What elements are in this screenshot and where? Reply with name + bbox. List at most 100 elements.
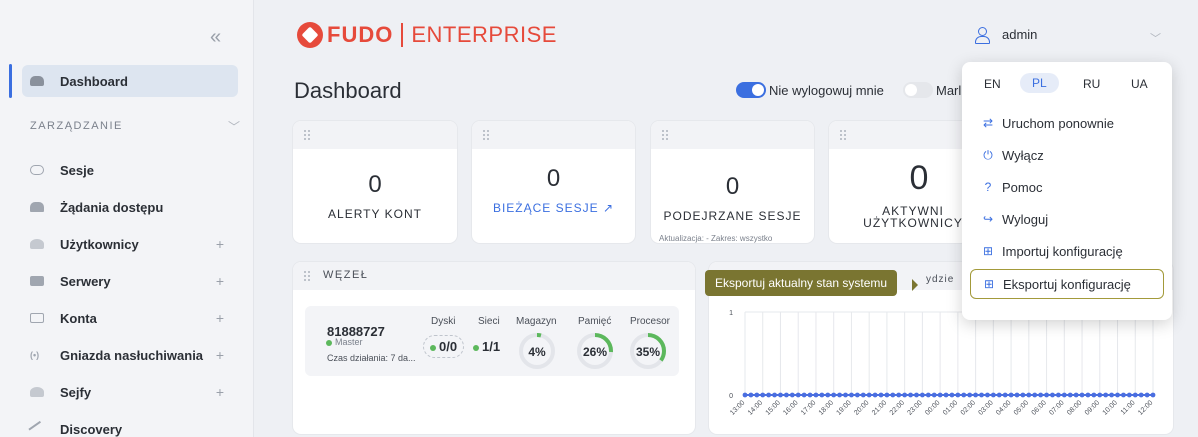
chevron-down-icon[interactable]: ﹀ xyxy=(228,118,240,135)
current-sessions-link[interactable]: BIEŻĄCE SESJE ↗ xyxy=(472,201,635,215)
drag-handle-icon[interactable] xyxy=(482,129,490,141)
data-point xyxy=(925,392,931,398)
x-tick-label: 05:00 xyxy=(1013,399,1030,416)
data-point xyxy=(860,392,866,398)
x-tick-label: 22:00 xyxy=(889,399,906,416)
expand-plus-icon[interactable]: + xyxy=(216,273,224,289)
fudo-logo[interactable]: FUDO ENTERPRISE xyxy=(297,22,557,48)
stat-card-current-sessions[interactable]: 0 BIEŻĄCE SESJE ↗ xyxy=(472,121,635,243)
data-point xyxy=(914,392,919,398)
sidebar-item-label: Discovery xyxy=(60,421,123,437)
sidebar-item-safes[interactable]: Sejfy + xyxy=(22,376,238,408)
data-point xyxy=(819,392,825,398)
second-toggle-label: Marl xyxy=(936,83,962,98)
sidebar-item-accounts[interactable]: Konta + xyxy=(22,302,238,334)
networks-text: 1/1 xyxy=(482,339,501,354)
sidebar-item-access-requests[interactable]: Żądania dostępu xyxy=(22,191,238,223)
sidebar-item-label: Sesje xyxy=(60,162,94,178)
data-point xyxy=(1097,392,1103,398)
second-toggle[interactable] xyxy=(903,82,933,98)
collapse-sidebar-icon[interactable]: « xyxy=(210,26,221,49)
expand-plus-icon[interactable]: + xyxy=(216,236,224,252)
data-point xyxy=(931,392,937,398)
expand-plus-icon[interactable]: + xyxy=(216,347,224,363)
lang-ru-button[interactable]: RU xyxy=(1083,77,1100,91)
sidebar-item-servers[interactable]: Serwery + xyxy=(22,265,238,297)
stat-card-account-alerts[interactable]: 0 ALERTY KONT xyxy=(293,121,457,243)
toggle-knob xyxy=(752,84,764,96)
data-point xyxy=(1079,392,1085,398)
drag-handle-icon[interactable] xyxy=(661,129,669,141)
data-point xyxy=(783,392,789,398)
expand-plus-icon[interactable]: + xyxy=(216,384,224,400)
drag-handle-icon[interactable] xyxy=(303,129,311,141)
lang-ua-button[interactable]: UA xyxy=(1131,77,1148,91)
x-tick-label: 11:00 xyxy=(1120,399,1137,416)
data-point xyxy=(919,392,925,398)
x-tick-label: 04:00 xyxy=(995,399,1012,416)
toggle-knob xyxy=(905,84,917,96)
shutdown-menu-item[interactable]: ⏻ Wyłącz xyxy=(970,141,1164,169)
export-tooltip: Eksportuj aktualny stan systemu xyxy=(705,270,898,296)
sidebar-item-discovery[interactable]: Discovery xyxy=(22,413,238,437)
sidebar-item-listeners[interactable]: (•) Gniazda nasłuchiwania + xyxy=(22,339,238,371)
sidebar-item-sessions[interactable]: Sesje xyxy=(22,154,238,186)
stat-card-active-users[interactable]: 0 AKTYWNI UŻYTKOWNICY xyxy=(829,121,969,243)
data-point xyxy=(908,392,913,398)
user-dropdown-menu: EN PL RU UA ⇄ Uruchom ponownie ⏻ Wyłącz … xyxy=(962,62,1172,320)
data-point xyxy=(789,392,795,398)
data-point xyxy=(1091,392,1097,398)
users-icon xyxy=(30,239,44,249)
x-tick-label: 07:00 xyxy=(1048,399,1065,416)
stat-label: AKTYWNI UŻYTKOWNICY xyxy=(843,205,969,229)
node-row[interactable]: 81888727 Master Czas działania: 7 da... … xyxy=(305,306,679,376)
data-point xyxy=(1055,392,1061,398)
lang-pl-button[interactable]: PL xyxy=(1020,73,1059,93)
data-point xyxy=(884,392,890,398)
x-tick-label: 10:00 xyxy=(1102,399,1119,416)
x-tick-label: 16:00 xyxy=(782,399,799,416)
export-config-menu-item[interactable]: ⊞ Eksportuj konfigurację xyxy=(970,269,1164,299)
accounts-icon xyxy=(30,313,44,323)
x-tick-label: 21:00 xyxy=(871,399,888,416)
user-menu[interactable]: admin xyxy=(975,27,1037,44)
cpu-gauge: 35% xyxy=(629,332,667,370)
lang-en-button[interactable]: EN xyxy=(984,77,1001,91)
x-tick-label: 23:00 xyxy=(906,399,923,416)
drag-handle-icon[interactable] xyxy=(839,129,847,141)
drag-handle-icon[interactable] xyxy=(303,270,311,282)
sidebar-item-users[interactable]: Użytkownicy + xyxy=(22,228,238,260)
servers-icon xyxy=(30,276,44,286)
data-point xyxy=(990,392,996,398)
x-tick-label: 15:00 xyxy=(765,399,782,416)
stat-label: PODEJRZANE SESJE xyxy=(663,209,802,223)
x-tick-label: 03:00 xyxy=(977,399,994,416)
sidebar-item-dashboard[interactable]: Dashboard xyxy=(22,65,238,97)
x-tick-label: 06:00 xyxy=(1031,399,1048,416)
chevron-down-icon[interactable]: ﹀ xyxy=(1150,30,1161,46)
help-menu-item[interactable]: ? Pomoc xyxy=(970,173,1164,201)
data-point xyxy=(760,392,766,398)
menu-item-label: Wyloguj xyxy=(1002,211,1049,227)
node-card-title: WĘZEŁ xyxy=(323,269,369,281)
listeners-icon: (•) xyxy=(30,350,40,360)
import-config-menu-item[interactable]: ⊞ Importuj konfigurację xyxy=(970,237,1164,265)
x-tick-label: 12:00 xyxy=(1137,399,1154,416)
data-point xyxy=(1103,392,1109,398)
stat-card-suspicious-sessions[interactable]: 0 PODEJRZANE SESJE Aktualizacja: - Zakre… xyxy=(651,121,814,243)
help-icon: ? xyxy=(984,180,992,194)
data-point xyxy=(1132,392,1138,398)
card-header xyxy=(472,121,635,149)
restart-menu-item[interactable]: ⇄ Uruchom ponownie xyxy=(970,109,1164,137)
x-tick-label: 08:00 xyxy=(1066,399,1083,416)
keep-logged-in-label: Nie wylogowuj mnie xyxy=(769,83,884,98)
col-header-disks: Dyski xyxy=(431,316,456,327)
logout-menu-item[interactable]: ↪ Wyloguj xyxy=(970,205,1164,233)
data-point xyxy=(795,392,801,398)
data-point xyxy=(949,392,955,398)
keep-logged-in-toggle[interactable] xyxy=(736,82,766,98)
stat-meta: Aktualizacja: - Zakres: wszystko xyxy=(659,234,773,243)
access-requests-icon xyxy=(30,202,44,212)
expand-plus-icon[interactable]: + xyxy=(216,310,224,326)
logo-edition: ENTERPRISE xyxy=(411,22,557,47)
